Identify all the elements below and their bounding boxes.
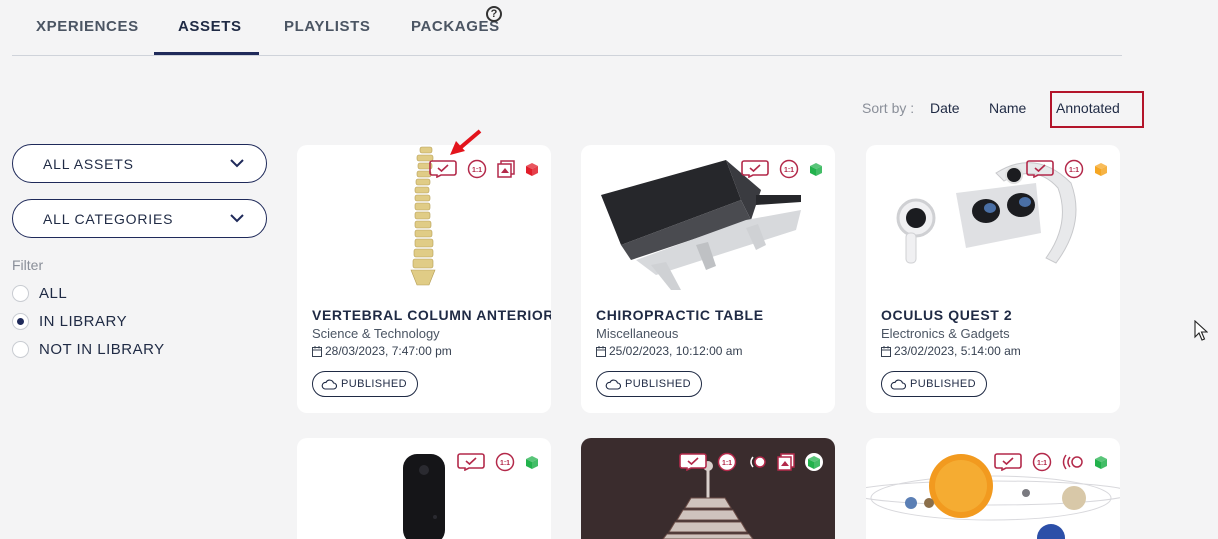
- scale-one-to-one-icon[interactable]: 1:1: [717, 452, 737, 472]
- active-tab-indicator: [154, 52, 259, 55]
- card-date-text: 23/02/2023, 5:14:00 am: [894, 344, 1021, 358]
- ar-image-icon[interactable]: [777, 453, 795, 471]
- filter-all-label: ALL: [39, 285, 68, 302]
- ar-image-icon[interactable]: [497, 160, 515, 178]
- scale-one-to-one-icon[interactable]: 1:1: [1032, 452, 1052, 472]
- annotation-arrow-icon: [450, 129, 482, 155]
- tab-packages[interactable]: PACKAGES: [411, 18, 500, 35]
- tab-bar: XPERIENCES ASSETS PLAYLISTS PACKAGES ?: [12, 0, 1122, 56]
- calendar-icon: [312, 346, 322, 357]
- card-date-text: 25/02/2023, 10:12:00 am: [609, 344, 743, 358]
- scale-one-to-one-icon[interactable]: 1:1: [495, 452, 515, 472]
- sort-name[interactable]: Name: [989, 100, 1026, 116]
- annotated-check-icon[interactable]: [741, 160, 769, 178]
- status-badge: PUBLISHED: [881, 371, 987, 397]
- status-badge: PUBLISHED: [596, 371, 702, 397]
- svg-text:1:1: 1:1: [500, 460, 510, 467]
- tab-playlists[interactable]: PLAYLISTS: [284, 18, 371, 35]
- 3d-cube-icon: [525, 455, 539, 470]
- radio-all[interactable]: [12, 285, 29, 302]
- card-icons: 1:1: [457, 452, 539, 472]
- card-date-text: 28/03/2023, 7:47:00 pm: [325, 344, 452, 358]
- scale-one-to-one-icon[interactable]: 1:1: [467, 159, 487, 179]
- card-category: Science & Technology: [312, 326, 440, 341]
- annotated-check-icon[interactable]: [994, 453, 1022, 471]
- cloud-icon: [321, 379, 337, 390]
- card-title: VERTEBRAL COLUMN ANTERIOR: [312, 307, 551, 323]
- filter-not-in-library-label: NOT IN LIBRARY: [39, 341, 165, 358]
- card-icons: 1:1: [679, 452, 823, 472]
- card-icons: 1:1: [429, 159, 539, 179]
- device-thumbnail: [403, 454, 445, 539]
- sort-annotated-highlight: [1050, 91, 1144, 128]
- status-badge: PUBLISHED: [312, 371, 418, 397]
- svg-text:1:1: 1:1: [784, 167, 794, 174]
- all-assets-label: ALL ASSETS: [43, 156, 134, 172]
- card-category: Miscellaneous: [596, 326, 679, 341]
- sort-date[interactable]: Date: [930, 100, 960, 116]
- scale-one-to-one-icon[interactable]: 1:1: [779, 159, 799, 179]
- 3d-cube-icon: [1094, 455, 1108, 470]
- radio-in-library[interactable]: [12, 313, 29, 330]
- card-title: OCULUS QUEST 2: [881, 307, 1013, 323]
- tab-xperiences[interactable]: XPERIENCES: [36, 18, 139, 35]
- scale-one-to-one-icon[interactable]: 1:1: [1064, 159, 1084, 179]
- card-icons: 1:1: [741, 159, 823, 179]
- chevron-down-icon: [230, 214, 244, 223]
- status-text: PUBLISHED: [341, 378, 407, 390]
- chevron-down-icon: [230, 159, 244, 168]
- sort-label: Sort by :: [862, 100, 915, 116]
- card-category: Electronics & Gadgets: [881, 326, 1010, 341]
- annotated-check-icon[interactable]: [429, 160, 457, 178]
- 3d-cube-icon: [1094, 162, 1108, 177]
- card-icons: 1:1: [1026, 159, 1108, 179]
- audio-icon[interactable]: [747, 454, 767, 470]
- 3d-cube-icon: [805, 453, 823, 471]
- help-icon[interactable]: ?: [486, 6, 502, 22]
- asset-card-oculus-quest-2[interactable]: 1:1 OCULUS QUEST 2 Electronics & Gadgets…: [866, 145, 1120, 413]
- asset-card-chiropractic-table[interactable]: 1:1 CHIROPRACTIC TABLE Miscellaneous 25/…: [581, 145, 835, 413]
- card-date: 23/02/2023, 5:14:00 am: [881, 344, 1021, 358]
- radio-not-in-library[interactable]: [12, 341, 29, 358]
- asset-card-row2-2[interactable]: 1:1: [581, 438, 835, 539]
- filter-title: Filter: [12, 257, 44, 273]
- svg-text:1:1: 1:1: [1037, 460, 1047, 467]
- svg-text:1:1: 1:1: [722, 460, 732, 467]
- annotated-check-icon[interactable]: [1026, 160, 1054, 178]
- card-date: 28/03/2023, 7:47:00 pm: [312, 344, 452, 358]
- svg-text:1:1: 1:1: [472, 167, 482, 174]
- all-categories-dropdown[interactable]: ALL CATEGORIES: [12, 199, 267, 238]
- annotated-check-icon[interactable]: [457, 453, 485, 471]
- annotated-check-icon[interactable]: [679, 453, 707, 471]
- calendar-icon: [596, 346, 606, 357]
- card-date: 25/02/2023, 10:12:00 am: [596, 344, 742, 358]
- audio-icon[interactable]: [1062, 454, 1084, 470]
- filter-in-library-label: IN LIBRARY: [39, 313, 128, 330]
- card-title: CHIROPRACTIC TABLE: [596, 307, 764, 323]
- card-icons: 1:1: [994, 452, 1108, 472]
- calendar-icon: [881, 346, 891, 357]
- asset-card-vertebral-column[interactable]: 1:1 VERTEBRAL COLUMN ANTERIOR Science & …: [297, 145, 551, 413]
- 3d-cube-icon: [525, 162, 539, 177]
- asset-card-row2-3[interactable]: 1:1: [866, 438, 1120, 539]
- cloud-icon: [605, 379, 621, 390]
- mouse-cursor-icon: [1194, 320, 1208, 341]
- svg-text:1:1: 1:1: [1069, 167, 1079, 174]
- tab-assets[interactable]: ASSETS: [178, 18, 242, 35]
- all-assets-dropdown[interactable]: ALL ASSETS: [12, 144, 267, 183]
- status-text: PUBLISHED: [625, 378, 691, 390]
- all-categories-label: ALL CATEGORIES: [43, 211, 174, 227]
- 3d-cube-icon: [809, 162, 823, 177]
- asset-card-row2-1[interactable]: 1:1: [297, 438, 551, 539]
- status-text: PUBLISHED: [910, 378, 976, 390]
- cloud-icon: [890, 379, 906, 390]
